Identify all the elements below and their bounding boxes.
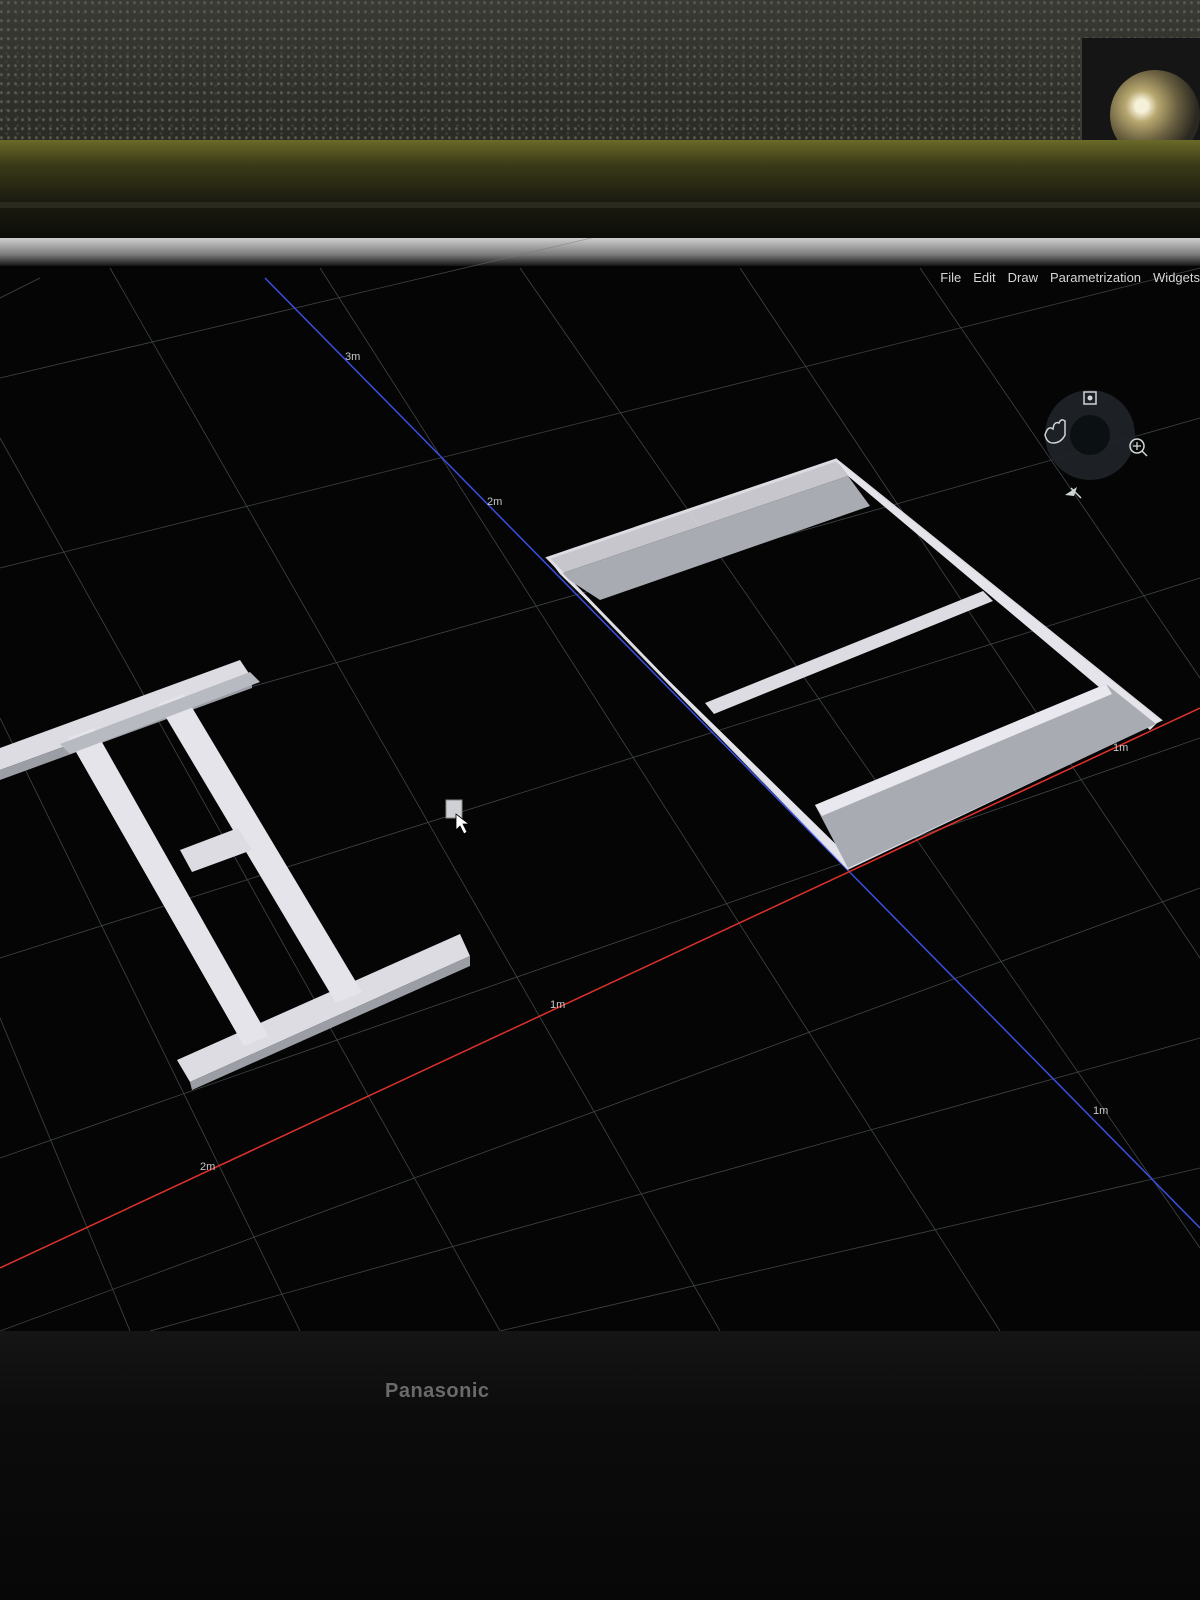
menu-draw[interactable]: Draw — [1008, 270, 1038, 285]
menu-bar: File Edit Draw Parametrization Widgets — [940, 264, 1200, 290]
cursor-icon — [445, 799, 471, 835]
view-navigation-widget[interactable] — [1035, 380, 1165, 525]
3d-viewport[interactable]: 3m 2m 1m 2m 1m 1m — [0, 238, 1200, 1331]
red-axis-label-1m: 1m — [550, 999, 565, 1011]
blue-axis-label-2m: 2m — [487, 496, 502, 508]
monitor-bezel-bottom — [0, 1331, 1200, 1600]
menu-edit[interactable]: Edit — [973, 270, 995, 285]
menu-widgets[interactable]: Widgets — [1153, 270, 1200, 285]
frame-model-left[interactable] — [0, 660, 470, 1090]
nav-center — [1070, 415, 1110, 455]
carpet-background — [0, 0, 1200, 150]
menu-file[interactable]: File — [940, 270, 961, 285]
blue-axis-label-1m: 1m — [1093, 1105, 1108, 1117]
fly-icon[interactable] — [1065, 487, 1082, 499]
cad-screen: 3m 2m 1m 2m 1m 1m File Edit Draw Paramet… — [0, 238, 1200, 1331]
menu-parametrization[interactable]: Parametrization — [1050, 270, 1141, 285]
red-axis-label-2m: 2m — [200, 1161, 215, 1173]
monitor-bezel-top — [0, 140, 1200, 240]
red-axis-label-1m-right: 1m — [1113, 742, 1128, 754]
monitor-brand-logo: Panasonic — [385, 1380, 490, 1402]
blue-axis-label-3m: 3m — [345, 351, 360, 363]
